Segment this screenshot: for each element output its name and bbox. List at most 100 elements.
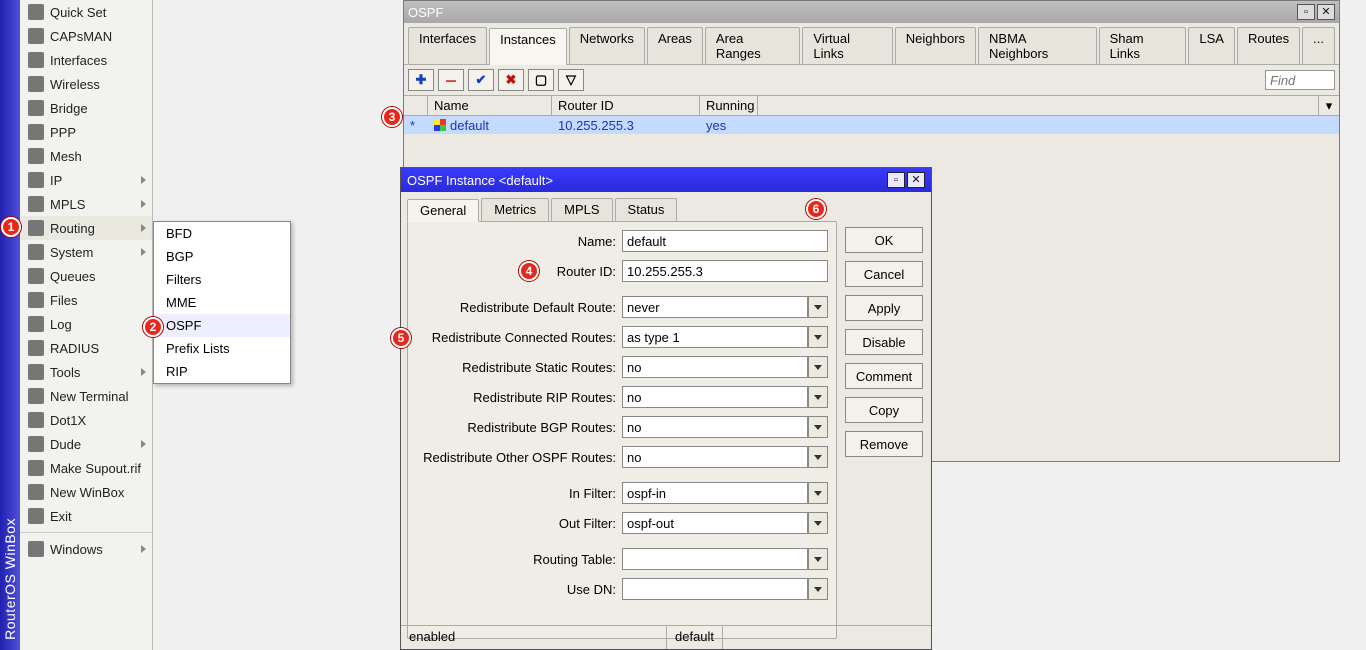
tab-neighbors[interactable]: Neighbors	[895, 27, 976, 64]
menu-item-tools[interactable]: Tools	[20, 360, 152, 384]
chevron-updown-icon[interactable]	[808, 356, 828, 378]
menu-icon	[28, 148, 44, 164]
tab-area-ranges[interactable]: Area Ranges	[705, 27, 801, 64]
redist-default-field[interactable]	[622, 296, 808, 318]
comment-button[interactable]: ▢	[528, 69, 554, 91]
menu-item-queues[interactable]: Queues	[20, 264, 152, 288]
tab-status[interactable]: Status	[615, 198, 678, 221]
menu-label: Routing	[50, 221, 95, 236]
col-running[interactable]: Running	[700, 96, 758, 115]
menu-item-ppp[interactable]: PPP	[20, 120, 152, 144]
in-filter-field[interactable]	[622, 482, 808, 504]
menu-item-system[interactable]: System	[20, 240, 152, 264]
disable-button[interactable]: Disable	[845, 329, 923, 355]
cancel-button[interactable]: Cancel	[845, 261, 923, 287]
instance-titlebar[interactable]: OSPF Instance <default> ▫ ✕	[401, 168, 931, 192]
menu-item-files[interactable]: Files	[20, 288, 152, 312]
chevron-updown-icon[interactable]	[808, 326, 828, 348]
copy-button[interactable]: Copy	[845, 397, 923, 423]
chevron-down-icon[interactable]	[808, 578, 828, 600]
tab-areas[interactable]: Areas	[647, 27, 703, 64]
redist-rip-field[interactable]	[622, 386, 808, 408]
redist-static-field[interactable]	[622, 356, 808, 378]
col-router-id[interactable]: Router ID	[552, 96, 700, 115]
menu-label: System	[50, 245, 93, 260]
apply-button[interactable]: Apply	[845, 295, 923, 321]
menu-item-capsman[interactable]: CAPsMAN	[20, 24, 152, 48]
tab-sham-links[interactable]: Sham Links	[1099, 27, 1187, 64]
row-name-cell: default	[428, 118, 552, 133]
submenu-item-bgp[interactable]: BGP	[154, 245, 290, 268]
tab-metrics[interactable]: Metrics	[481, 198, 549, 221]
redist-ospf-field[interactable]	[622, 446, 808, 468]
find-input[interactable]	[1265, 70, 1335, 90]
enable-button[interactable]: ✔	[468, 69, 494, 91]
menu-item-radius[interactable]: RADIUS	[20, 336, 152, 360]
redist-bgp-field[interactable]	[622, 416, 808, 438]
filter-button[interactable]: ▽	[558, 69, 584, 91]
out-filter-field[interactable]	[622, 512, 808, 534]
col-flag[interactable]	[404, 96, 428, 115]
menu-item-dude[interactable]: Dude	[20, 432, 152, 456]
remove-button[interactable]: Remove	[845, 431, 923, 457]
menu-item-mpls[interactable]: MPLS	[20, 192, 152, 216]
columns-dropdown-icon[interactable]: ▾	[1319, 96, 1339, 115]
disable-button[interactable]: ✖	[498, 69, 524, 91]
submenu-item-ospf[interactable]: OSPF	[154, 314, 290, 337]
menu-item-interfaces[interactable]: Interfaces	[20, 48, 152, 72]
menu-item-mesh[interactable]: Mesh	[20, 144, 152, 168]
submenu-item-bfd[interactable]: BFD	[154, 222, 290, 245]
tab-mpls[interactable]: MPLS	[551, 198, 612, 221]
chevron-updown-icon[interactable]	[808, 512, 828, 534]
submenu-item-prefix-lists[interactable]: Prefix Lists	[154, 337, 290, 360]
menu-item-new-winbox[interactable]: New WinBox	[20, 480, 152, 504]
router-id-field[interactable]	[622, 260, 828, 282]
window-restore-icon[interactable]: ▫	[887, 172, 905, 188]
ospf-window-titlebar[interactable]: OSPF ▫ ✕	[404, 1, 1339, 23]
chevron-updown-icon[interactable]	[808, 296, 828, 318]
menu-icon	[28, 52, 44, 68]
chevron-updown-icon[interactable]	[808, 386, 828, 408]
window-restore-icon[interactable]: ▫	[1297, 4, 1315, 20]
tab-general[interactable]: General	[407, 199, 479, 222]
menu-item-ip[interactable]: IP	[20, 168, 152, 192]
tab--[interactable]: ...	[1302, 27, 1335, 64]
table-row[interactable]: * default 10.255.255.3 yes	[404, 116, 1339, 134]
comment-button[interactable]: Comment	[845, 363, 923, 389]
tab-lsa[interactable]: LSA	[1188, 27, 1235, 64]
routing-table-field[interactable]	[622, 548, 808, 570]
chevron-updown-icon[interactable]	[808, 416, 828, 438]
remove-button[interactable]: －	[438, 69, 464, 91]
window-close-icon[interactable]: ✕	[1317, 4, 1335, 20]
submenu-item-rip[interactable]: RIP	[154, 360, 290, 383]
menu-item-dot1x[interactable]: Dot1X	[20, 408, 152, 432]
tab-networks[interactable]: Networks	[569, 27, 645, 64]
tab-routes[interactable]: Routes	[1237, 27, 1300, 64]
menu-icon	[28, 364, 44, 380]
name-field[interactable]	[622, 230, 828, 252]
menu-item-windows[interactable]: Windows	[20, 537, 152, 561]
tab-instances[interactable]: Instances	[489, 28, 567, 65]
submenu-item-mme[interactable]: MME	[154, 291, 290, 314]
menu-item-make-supout-rif[interactable]: Make Supout.rif	[20, 456, 152, 480]
menu-item-wireless[interactable]: Wireless	[20, 72, 152, 96]
tab-interfaces[interactable]: Interfaces	[408, 27, 487, 64]
menu-item-log[interactable]: Log	[20, 312, 152, 336]
tab-nbma-neighbors[interactable]: NBMA Neighbors	[978, 27, 1097, 64]
ok-button[interactable]: OK	[845, 227, 923, 253]
tab-virtual-links[interactable]: Virtual Links	[802, 27, 892, 64]
menu-item-exit[interactable]: Exit	[20, 504, 152, 528]
menu-item-quick-set[interactable]: Quick Set	[20, 0, 152, 24]
chevron-down-icon[interactable]	[808, 548, 828, 570]
chevron-updown-icon[interactable]	[808, 446, 828, 468]
menu-item-routing[interactable]: Routing	[20, 216, 152, 240]
menu-item-new-terminal[interactable]: New Terminal	[20, 384, 152, 408]
use-dn-field[interactable]	[622, 578, 808, 600]
chevron-updown-icon[interactable]	[808, 482, 828, 504]
add-button[interactable]: ✚	[408, 69, 434, 91]
menu-item-bridge[interactable]: Bridge	[20, 96, 152, 120]
submenu-item-filters[interactable]: Filters	[154, 268, 290, 291]
redist-connected-field[interactable]	[622, 326, 808, 348]
window-close-icon[interactable]: ✕	[907, 172, 925, 188]
col-name[interactable]: Name	[428, 96, 552, 115]
